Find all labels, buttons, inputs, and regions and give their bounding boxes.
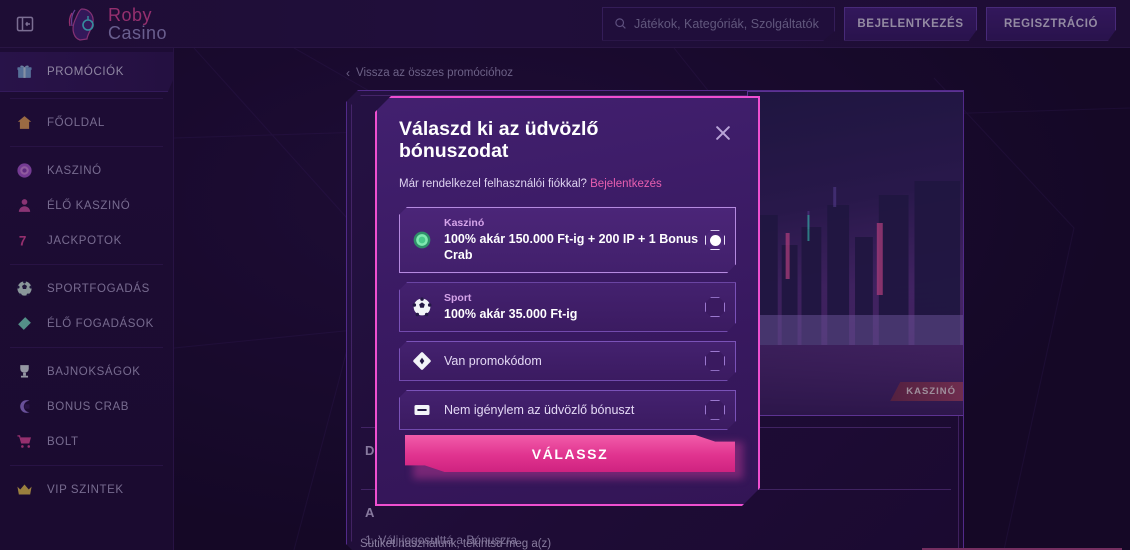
bonus-option-kicker: Sport	[444, 292, 472, 305]
bonus-option-description: Nem igénylem az üdvözlő bónuszt	[444, 402, 635, 417]
modal-subtitle-text: Már rendelkezel felhasználói fiókkal?	[399, 177, 587, 190]
modal-subtitle: Már rendelkezel felhasználói fiókkal? Be…	[399, 178, 736, 190]
soccer-ball-icon	[411, 296, 433, 318]
bonus-options-list: Kaszinó 100% akár 150.000 Ft-ig + 200 IP…	[399, 207, 736, 430]
modal-title: Válaszd ki az üdvözlő bónuszodat	[399, 118, 599, 163]
bonus-option-sport[interactable]: Sport 100% akár 35.000 Ft-ig	[399, 282, 736, 332]
bonus-option-promo-body: Van promokódom	[444, 354, 705, 368]
bonus-option-no-bonus-body: Nem igénylem az üdvözlő bónuszt	[444, 403, 705, 417]
bonus-option-casino[interactable]: Kaszinó 100% akár 150.000 Ft-ig + 200 IP…	[399, 207, 736, 273]
radio-dot	[710, 235, 721, 246]
app-root: ‹ Vissza az összes promócióhoz KASZINÓ D…	[0, 0, 1130, 550]
bonus-option-no-bonus[interactable]: Nem igénylem az üdvözlő bónuszt	[399, 390, 736, 430]
no-bonus-icon	[411, 399, 433, 421]
bonus-option-casino-body: Kaszinó 100% akár 150.000 Ft-ig + 200 IP…	[444, 216, 705, 264]
bonus-option-radio[interactable]	[705, 230, 725, 250]
bonus-option-radio[interactable]	[705, 297, 725, 317]
bonus-option-promo-code[interactable]: Van promokódom	[399, 341, 736, 381]
bonus-option-description: 100% akár 35.000 Ft-ig	[444, 306, 578, 321]
bonus-option-description: Van promokódom	[444, 353, 542, 368]
close-icon[interactable]	[710, 120, 736, 146]
bonus-option-kicker: Kaszinó	[444, 216, 485, 229]
bonus-option-radio[interactable]	[705, 351, 725, 371]
modal-header: Válaszd ki az üdvözlő bónuszodat	[399, 118, 736, 163]
bonus-option-radio[interactable]	[705, 400, 725, 420]
modal-login-link[interactable]: Bejelentkezés	[590, 178, 662, 190]
welcome-bonus-modal: Válaszd ki az üdvözlő bónuszodat Már ren…	[375, 96, 760, 506]
casino-chip-icon	[411, 229, 433, 251]
bonus-option-sport-body: Sport 100% akár 35.000 Ft-ig	[444, 291, 705, 323]
promo-code-icon	[411, 350, 433, 372]
bonus-option-description: 100% akár 150.000 Ft-ig + 200 IP + 1 Bon…	[444, 231, 699, 263]
submit-bonus-button[interactable]: VÁLASSZ	[405, 435, 735, 472]
